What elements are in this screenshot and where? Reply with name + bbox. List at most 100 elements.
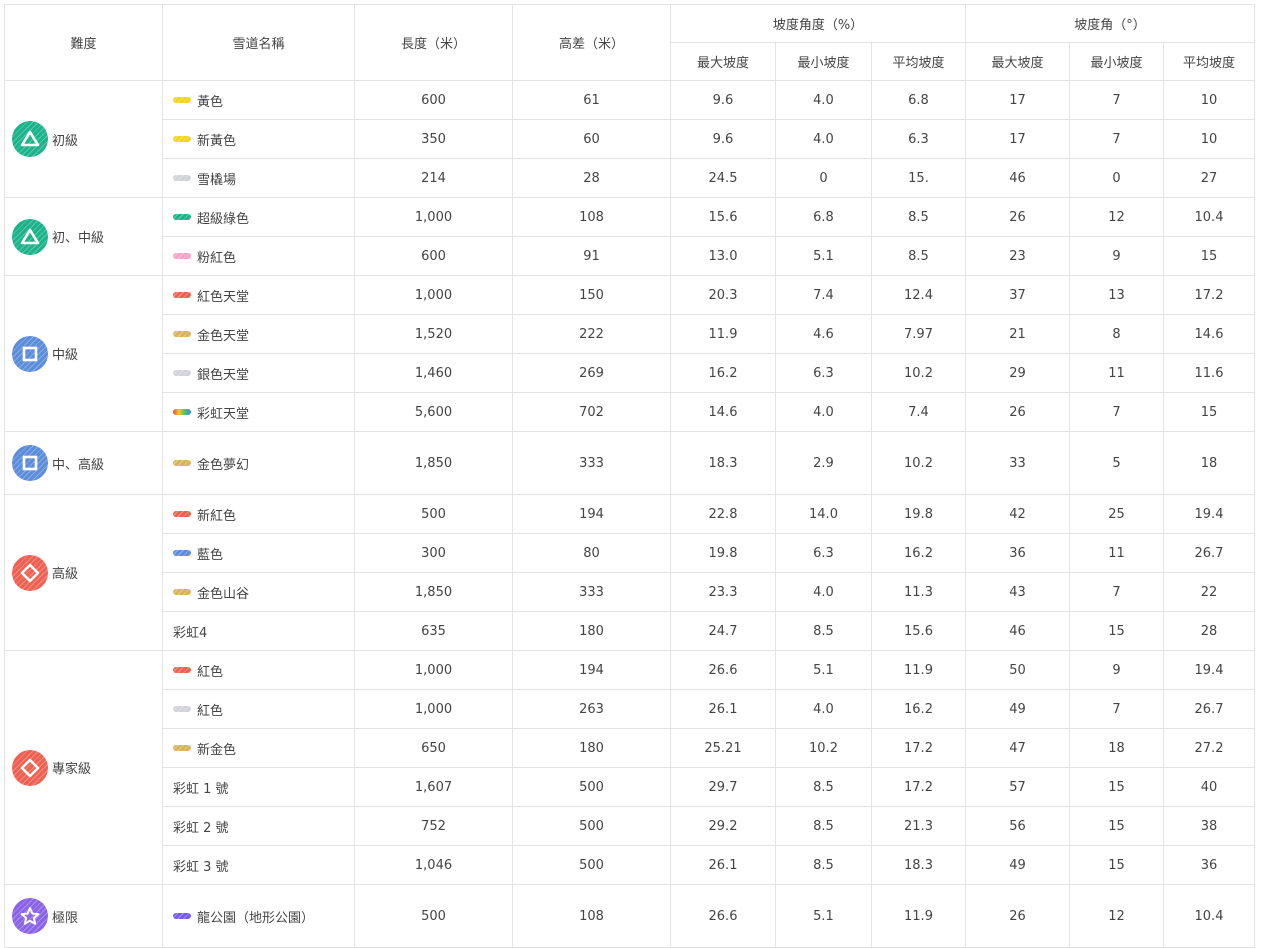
angle-min-cell: 25 xyxy=(1069,494,1164,534)
angle-avg-cell: 10 xyxy=(1163,119,1255,159)
percent-avg-cell: 10.2 xyxy=(871,353,966,393)
triangle-icon xyxy=(12,121,48,157)
trail-name-cell: 金色山谷 xyxy=(162,572,355,612)
length-cell: 635 xyxy=(354,611,513,651)
angle-min-cell: 7 xyxy=(1069,689,1164,729)
angle-avg-cell: 27.2 xyxy=(1163,728,1255,768)
percent-avg-cell: 17.2 xyxy=(871,767,966,807)
trail-name: 雪橇場 xyxy=(197,172,237,188)
header-angle-avg: 平均坡度 xyxy=(1163,42,1255,81)
difficulty-cell: 初、中級 xyxy=(4,197,163,276)
trail-name-cell: 龍公園（地形公園） xyxy=(162,884,355,948)
trail-name-cell: 雪橇場 xyxy=(162,158,355,198)
elevation-cell: 702 xyxy=(512,392,671,432)
percent-min-cell: 4.0 xyxy=(775,572,872,612)
percent-min-cell: 4.0 xyxy=(775,392,872,432)
length-cell: 350 xyxy=(354,119,513,159)
percent-min-cell: 5.1 xyxy=(775,236,872,276)
trail-color-swatch xyxy=(173,550,191,556)
diamond-icon xyxy=(12,749,48,786)
angle-avg-cell: 26.7 xyxy=(1163,689,1255,729)
difficulty-label: 初級 xyxy=(52,133,79,149)
angle-avg-cell: 10.4 xyxy=(1163,197,1255,237)
percent-max-cell: 14.6 xyxy=(670,392,776,432)
percent-avg-cell: 8.5 xyxy=(871,236,966,276)
angle-min-cell: 9 xyxy=(1069,650,1164,690)
angle-min-cell: 7 xyxy=(1069,572,1164,612)
trail-name: 龍公園（地形公園） xyxy=(197,910,315,926)
table-row: 粉紅色 600 91 13.0 5.1 8.5 23 9 15 xyxy=(5,236,1255,276)
trail-color-swatch xyxy=(173,706,191,712)
table-row: 初級 黃色 600 61 9.6 4.0 6.8 17 7 10 xyxy=(4,80,1255,198)
elevation-cell: 108 xyxy=(512,884,671,948)
length-cell: 600 xyxy=(354,80,513,120)
header-percent-avg: 平均坡度 xyxy=(871,42,966,81)
length-cell: 600 xyxy=(354,236,513,276)
trail-name-cell: 彩虹4 xyxy=(162,611,355,651)
length-cell: 1,000 xyxy=(354,275,513,315)
percent-avg-cell: 11.9 xyxy=(871,650,966,690)
percent-max-cell: 13.0 xyxy=(670,236,776,276)
angle-max-cell: 47 xyxy=(965,728,1070,768)
trail-name: 紅色 xyxy=(197,703,224,719)
trail-color-swatch xyxy=(173,214,191,220)
difficulty-cell: 中級 xyxy=(4,275,163,432)
angle-min-cell: 13 xyxy=(1069,275,1164,315)
angle-max-cell: 57 xyxy=(965,767,1070,807)
trail-name-cell: 紅色 xyxy=(162,689,355,729)
trail-name: 彩虹4 xyxy=(173,625,208,641)
percent-min-cell: 5.1 xyxy=(775,650,872,690)
table-row: 新金色 650 180 25.21 10.2 17.2 47 18 27.2 xyxy=(5,728,1255,768)
difficulty-cell: 極限 xyxy=(4,884,163,948)
angle-avg-cell: 15 xyxy=(1163,392,1255,432)
percent-avg-cell: 10.2 xyxy=(871,431,966,495)
angle-max-cell: 33 xyxy=(965,431,1070,495)
angle-max-cell: 36 xyxy=(965,533,1070,573)
percent-min-cell: 8.5 xyxy=(775,806,872,846)
length-cell: 5,600 xyxy=(354,392,513,432)
percent-min-cell: 4.0 xyxy=(775,689,872,729)
angle-avg-cell: 36 xyxy=(1163,845,1255,885)
header-percent-max: 最大坡度 xyxy=(670,42,776,81)
percent-max-cell: 24.5 xyxy=(670,158,776,198)
elevation-cell: 80 xyxy=(512,533,671,573)
length-cell: 300 xyxy=(354,533,513,573)
trail-name-cell: 新黃色 xyxy=(162,119,355,159)
elevation-cell: 60 xyxy=(512,119,671,159)
angle-min-cell: 18 xyxy=(1069,728,1164,768)
length-cell: 214 xyxy=(354,158,513,198)
percent-avg-cell: 11.9 xyxy=(871,884,966,948)
angle-max-cell: 17 xyxy=(965,80,1070,120)
length-cell: 1,000 xyxy=(354,689,513,729)
trail-color-swatch xyxy=(173,511,191,517)
percent-min-cell: 14.0 xyxy=(775,494,872,534)
header-slope-angle: 坡度角（°） xyxy=(965,4,1255,43)
slope-table: 難度 雪道名稱 長度（米） 高差（米） 坡度角度（%） 坡度角（°） 最大坡度 … xyxy=(4,4,1255,948)
length-cell: 1,520 xyxy=(354,314,513,354)
table-row: 初、中級 超級綠色 1,000 108 15.6 6.8 8.5 26 12 10.4 xyxy=(4,197,1255,276)
angle-min-cell: 15 xyxy=(1069,806,1164,846)
angle-max-cell: 46 xyxy=(965,611,1070,651)
table-row: 專家級 紅色 1,000 194 26.6 5.1 11.9 50 9 19.4 xyxy=(4,650,1255,885)
trail-name: 金色山谷 xyxy=(197,586,250,602)
difficulty-label: 極限 xyxy=(52,910,79,926)
trail-name: 黃色 xyxy=(197,94,224,110)
trail-name: 粉紅色 xyxy=(197,250,237,266)
percent-avg-cell: 12.4 xyxy=(871,275,966,315)
length-cell: 1,850 xyxy=(354,572,513,612)
percent-avg-cell: 8.5 xyxy=(871,197,966,237)
square-icon xyxy=(12,445,48,481)
angle-avg-cell: 19.4 xyxy=(1163,650,1255,690)
percent-max-cell: 26.6 xyxy=(670,650,776,690)
diamond-icon xyxy=(12,554,48,591)
difficulty-cell: 專家級 xyxy=(4,650,163,885)
angle-max-cell: 26 xyxy=(965,392,1070,432)
trail-name: 藍色 xyxy=(197,547,224,563)
elevation-cell: 269 xyxy=(512,353,671,393)
angle-max-cell: 43 xyxy=(965,572,1070,612)
percent-min-cell: 6.8 xyxy=(775,197,872,237)
header-angle-max: 最大坡度 xyxy=(965,42,1070,81)
trail-name: 銀色天堂 xyxy=(197,367,250,383)
trail-name: 金色夢幻 xyxy=(197,457,250,473)
percent-avg-cell: 6.8 xyxy=(871,80,966,120)
